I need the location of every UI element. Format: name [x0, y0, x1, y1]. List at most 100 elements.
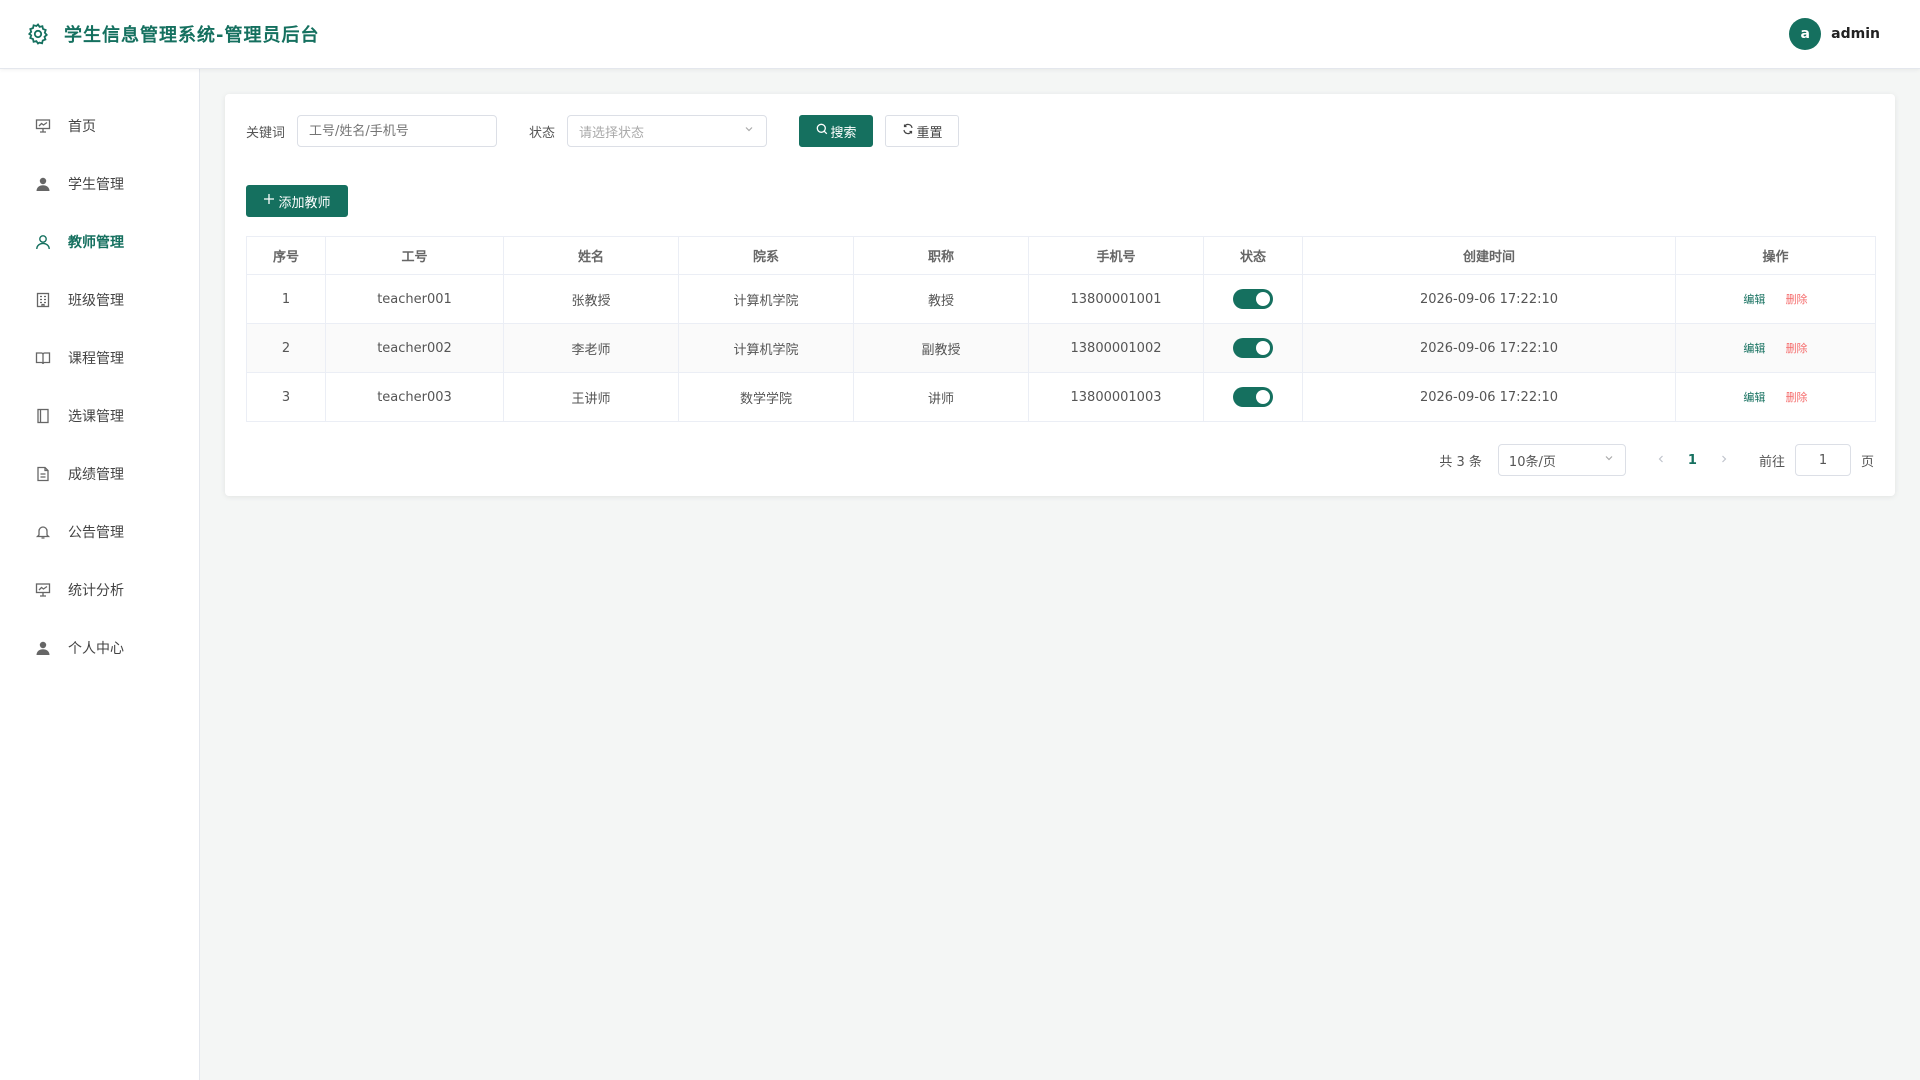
- sidebar-item-label: 首页: [68, 119, 96, 135]
- status-select[interactable]: 请选择状态: [567, 115, 768, 147]
- app-title: 学生信息管理系统-管理员后台: [64, 25, 320, 46]
- building-icon: [34, 291, 52, 309]
- refresh-icon: [902, 123, 914, 139]
- user-outline-icon: [34, 233, 52, 251]
- user-menu[interactable]: a admin: [1789, 18, 1880, 50]
- book-open-icon: [34, 349, 52, 367]
- cell-created: 2026-09-06 17:22:10: [1302, 323, 1676, 373]
- brand: 学生信息管理系统-管理员后台: [24, 20, 319, 48]
- column-header: 职称: [853, 236, 1029, 275]
- cell-index: 1: [246, 274, 326, 324]
- sidebar-item-label: 课程管理: [68, 351, 124, 367]
- reset-button-label: 重置: [916, 125, 943, 141]
- username[interactable]: admin: [1831, 26, 1880, 42]
- search-button[interactable]: 搜索: [799, 115, 874, 147]
- cell-title: 讲师: [853, 372, 1029, 422]
- search-icon: [816, 123, 828, 139]
- user-filled-icon: [34, 175, 52, 193]
- chevron-down-icon: [1603, 452, 1615, 468]
- status-toggle[interactable]: [1233, 338, 1273, 358]
- cell-actions: 编辑 删除: [1675, 323, 1876, 373]
- edit-link[interactable]: 编辑: [1743, 293, 1765, 306]
- column-header: 姓名: [503, 236, 679, 275]
- notebook-icon: [34, 407, 52, 425]
- prev-page-icon[interactable]: [1656, 453, 1666, 468]
- cell-name: 李老师: [503, 323, 679, 373]
- document-icon: [34, 465, 52, 483]
- status-select-placeholder: 请选择状态: [579, 125, 645, 141]
- bell-icon: [34, 523, 52, 541]
- column-header: 手机号: [1028, 236, 1204, 275]
- sidebar-item-classes[interactable]: 班级管理: [0, 271, 199, 329]
- column-header: 工号: [325, 236, 504, 275]
- sidebar: 首页 学生管理 教师管理 班级管理 课程管理 选课管理 成绩管理 公告管理 统计…: [0, 69, 200, 1080]
- column-header: 操作: [1675, 236, 1876, 275]
- add-teacher-label: 添加教师: [278, 195, 331, 211]
- cell-created: 2026-09-06 17:22:10: [1302, 274, 1676, 324]
- status-toggle[interactable]: [1233, 289, 1273, 309]
- sidebar-item-profile[interactable]: 个人中心: [0, 619, 199, 677]
- delete-link[interactable]: 删除: [1786, 342, 1808, 355]
- cell-code: teacher002: [325, 323, 504, 373]
- column-header: 院系: [678, 236, 854, 275]
- keyword-input[interactable]: [297, 115, 498, 147]
- top-header: 学生信息管理系统-管理员后台 a admin: [0, 0, 1920, 69]
- sidebar-item-label: 公告管理: [68, 525, 124, 541]
- add-teacher-button[interactable]: 添加教师: [246, 185, 348, 217]
- next-page-icon[interactable]: [1719, 453, 1729, 468]
- goto-label: 前往: [1758, 454, 1785, 470]
- table-row: 1 teacher001 张教授 计算机学院 教授 13800001001 20…: [246, 274, 1876, 324]
- sidebar-item-label: 成绩管理: [68, 467, 124, 483]
- cell-dept: 计算机学院: [678, 274, 854, 324]
- delete-link[interactable]: 删除: [1786, 293, 1808, 306]
- pagination: 共 3 条 10条/页 1 前往 页: [1439, 444, 1874, 476]
- goto-page-input[interactable]: [1794, 444, 1851, 476]
- total-count: 共 3 条: [1439, 454, 1482, 470]
- sidebar-item-statistics[interactable]: 统计分析: [0, 561, 199, 619]
- table-header-row: 序号 工号 姓名 院系 职称 手机号 状态 创建时间 操作: [246, 236, 1876, 275]
- cell-name: 张教授: [503, 274, 679, 324]
- cell-index: 3: [246, 372, 326, 422]
- avatar[interactable]: a: [1789, 18, 1822, 50]
- cell-created: 2026-09-06 17:22:10: [1302, 372, 1676, 422]
- cell-index: 2: [246, 323, 326, 373]
- column-header: 创建时间: [1302, 236, 1676, 275]
- keyword-label: 关键词: [246, 125, 286, 141]
- page-number-current[interactable]: 1: [1688, 453, 1697, 468]
- sidebar-item-course-selection[interactable]: 选课管理: [0, 387, 199, 445]
- sidebar-item-label: 个人中心: [68, 641, 124, 657]
- status-toggle[interactable]: [1233, 387, 1273, 407]
- sidebar-item-courses[interactable]: 课程管理: [0, 329, 199, 387]
- dashboard-icon: [34, 117, 52, 135]
- cell-title: 教授: [853, 274, 1029, 324]
- sidebar-item-students[interactable]: 学生管理: [0, 155, 199, 213]
- edit-link[interactable]: 编辑: [1743, 342, 1765, 355]
- cell-status: [1203, 372, 1303, 422]
- sidebar-item-home[interactable]: 首页: [0, 97, 199, 155]
- delete-link[interactable]: 删除: [1786, 391, 1808, 404]
- sidebar-item-announcements[interactable]: 公告管理: [0, 503, 199, 561]
- cell-status: [1203, 274, 1303, 324]
- sidebar-item-teachers[interactable]: 教师管理: [0, 213, 199, 271]
- column-header: 状态: [1203, 236, 1303, 275]
- edit-link[interactable]: 编辑: [1743, 391, 1765, 404]
- cell-phone: 13800001001: [1028, 274, 1204, 324]
- cell-status: [1203, 323, 1303, 373]
- reset-button[interactable]: 重置: [885, 115, 960, 147]
- page-size-select[interactable]: 10条/页: [1497, 444, 1626, 476]
- search-button-label: 搜索: [830, 125, 857, 141]
- cell-name: 王讲师: [503, 372, 679, 422]
- page-suffix: 页: [1860, 454, 1874, 470]
- sidebar-item-label: 班级管理: [68, 293, 124, 309]
- cell-actions: 编辑 删除: [1675, 274, 1876, 324]
- sidebar-item-grades[interactable]: 成绩管理: [0, 445, 199, 503]
- chart-board-icon: [34, 581, 52, 599]
- teacher-table: 序号 工号 姓名 院系 职称 手机号 状态 创建时间 操作 1 teacher0…: [246, 236, 1876, 422]
- cell-code: teacher001: [325, 274, 504, 324]
- cell-code: teacher003: [325, 372, 504, 422]
- cell-phone: 13800001003: [1028, 372, 1204, 422]
- cell-actions: 编辑 删除: [1675, 372, 1876, 422]
- plus-icon: [263, 193, 275, 209]
- table-row: 2 teacher002 李老师 计算机学院 副教授 13800001002 2…: [246, 323, 1876, 373]
- cell-title: 副教授: [853, 323, 1029, 373]
